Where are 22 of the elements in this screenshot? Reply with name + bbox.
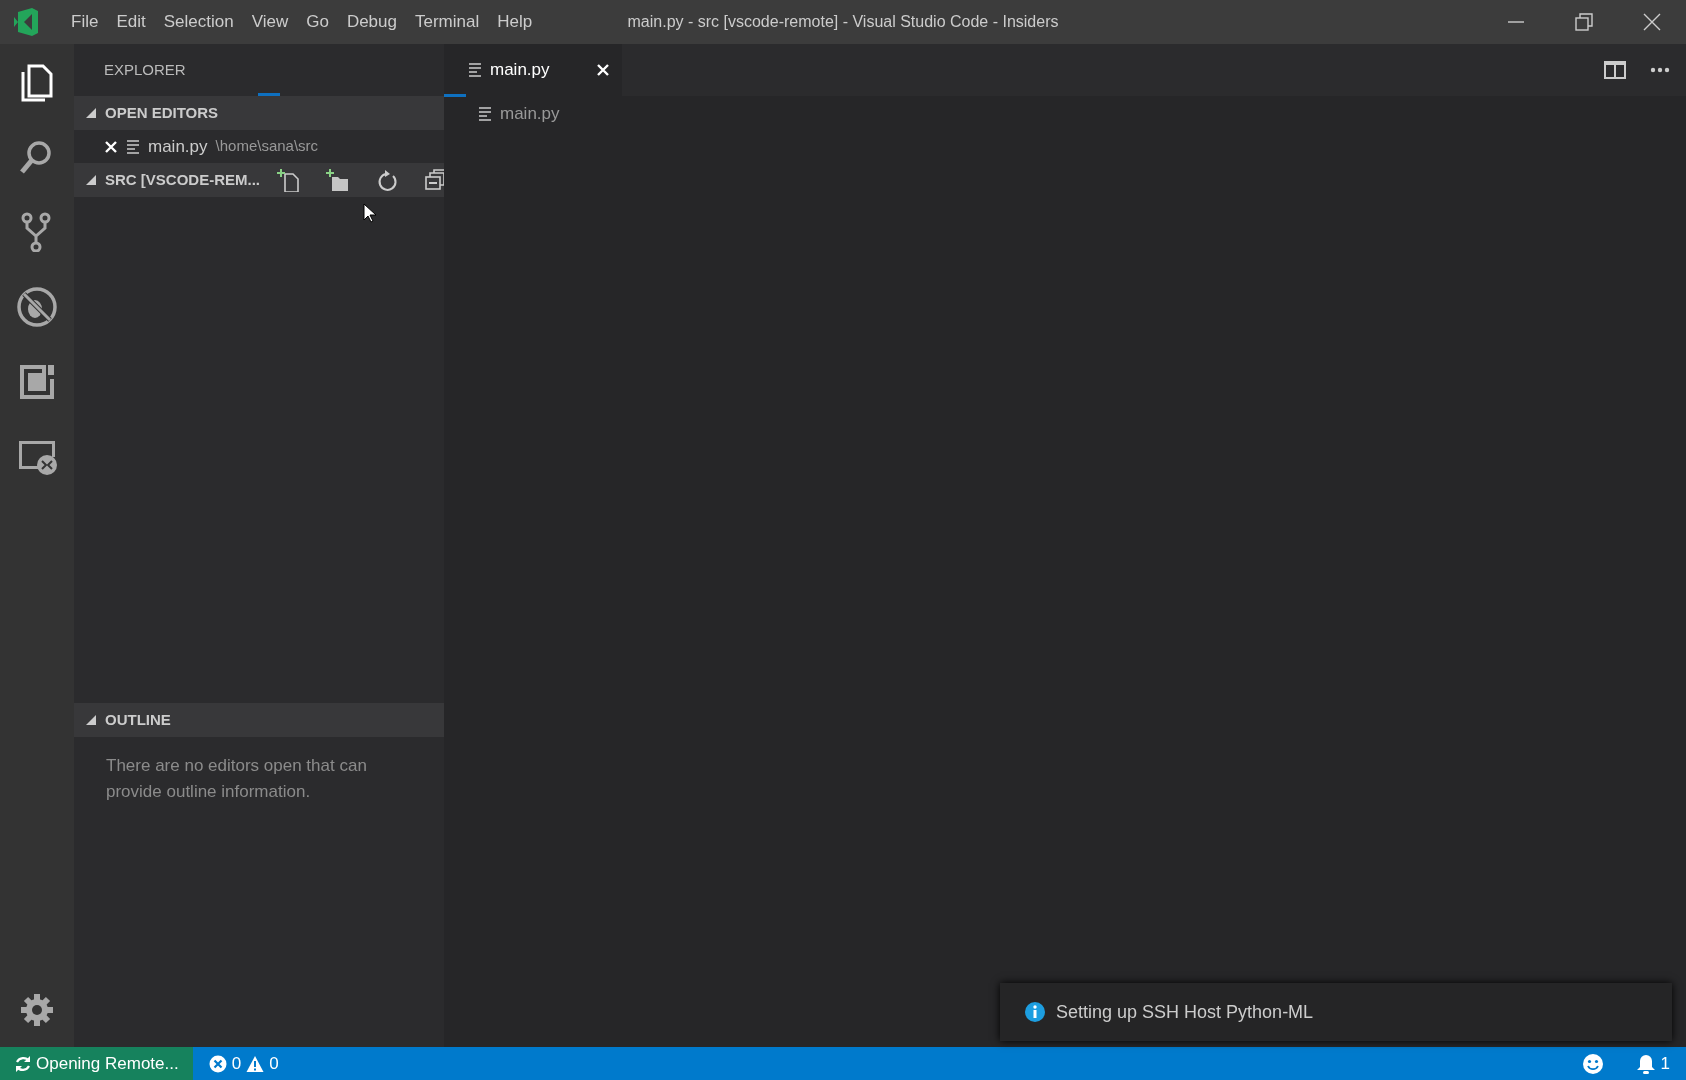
file-path: \home\sana\src bbox=[215, 136, 319, 157]
section-header[interactable]: OPEN EDITORS bbox=[74, 96, 444, 130]
menu-item[interactable]: Debug bbox=[337, 9, 406, 35]
menu-item[interactable]: File bbox=[62, 9, 108, 35]
menu-item[interactable]: Selection bbox=[154, 9, 243, 35]
open-editor-item[interactable]: main.py \home\sana\src bbox=[74, 130, 444, 163]
menu-item[interactable]: View bbox=[242, 9, 298, 35]
menu-item[interactable]: Go bbox=[297, 9, 338, 35]
menu-item[interactable]: Edit bbox=[107, 9, 155, 35]
section-header[interactable]: SRC [VSCODE-REM... bbox=[74, 163, 444, 197]
notification-message: Setting up SSH Host Python-ML bbox=[1056, 1000, 1314, 1024]
sidebar-title: EXPLORER bbox=[104, 59, 186, 80]
notifications-status[interactable]: 1 bbox=[1627, 1047, 1678, 1080]
breadcrumb-item[interactable]: main.py bbox=[500, 101, 560, 127]
editor-tab[interactable]: main.py bbox=[444, 44, 622, 96]
problems-status[interactable]: 0 0 bbox=[200, 1047, 287, 1080]
window-title: main.py - src [vscode-remote] - Visual Studio Code - Insiders bbox=[627, 13, 1059, 30]
outline-message: There are no editors open that can provide outline information. bbox=[105, 755, 368, 803]
menu-item[interactable]: Help bbox=[488, 9, 542, 35]
menu-item[interactable]: Terminal bbox=[406, 9, 489, 35]
section-header[interactable]: OUTLINE bbox=[74, 703, 444, 737]
remote-status[interactable]: Opening Remote... bbox=[0, 1047, 193, 1080]
